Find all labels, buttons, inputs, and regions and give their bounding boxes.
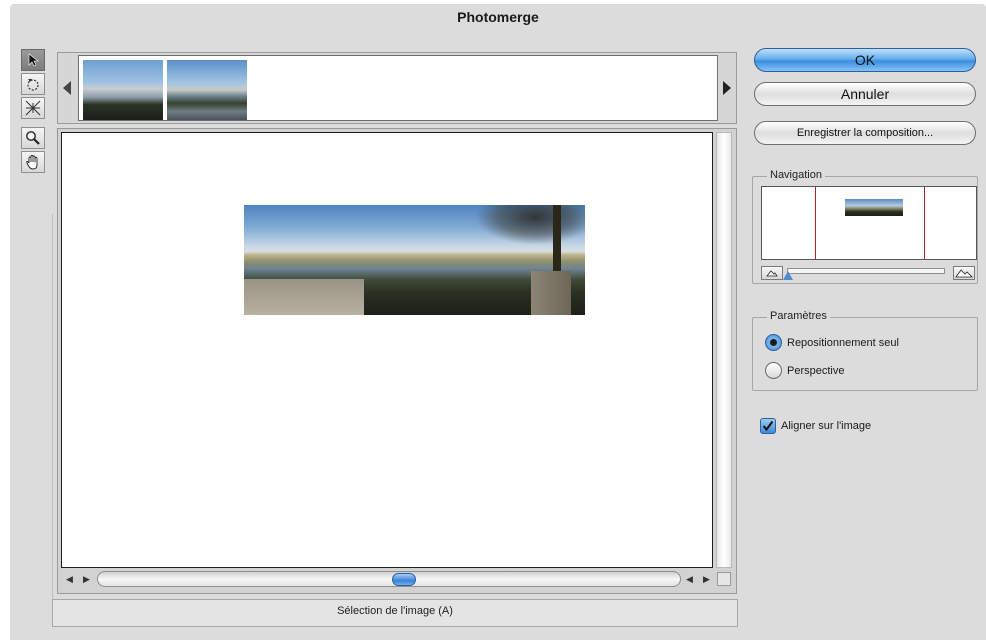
parameters-group: Paramètres Repositionnement seul Perspec… bbox=[752, 310, 978, 391]
navigator-thumbnail bbox=[845, 199, 903, 216]
radio-button-selected[interactable] bbox=[765, 334, 782, 351]
vanishing-point-tool[interactable] bbox=[21, 97, 45, 119]
select-image-tool[interactable] bbox=[21, 49, 45, 71]
navigator-preview[interactable] bbox=[761, 186, 977, 260]
rotate-image-tool[interactable] bbox=[21, 73, 45, 95]
zoom-out-button[interactable] bbox=[761, 266, 783, 280]
toolbox-divider bbox=[52, 214, 53, 614]
option-label: Perspective bbox=[787, 364, 845, 377]
navigation-group: Navigation bbox=[752, 169, 978, 284]
zoom-slider-track[interactable] bbox=[787, 268, 945, 274]
photomerge-dialog: Photomerge ◀ ▶ ◀ ▶ Sélection de l'image … bbox=[10, 4, 986, 640]
zoom-slider-knob[interactable] bbox=[783, 271, 793, 280]
hand-icon bbox=[26, 155, 38, 170]
composition-canvas[interactable] bbox=[61, 132, 713, 568]
magnifier-icon bbox=[26, 131, 40, 145]
tool-palette bbox=[21, 49, 47, 175]
vanishing-point-icon bbox=[25, 100, 41, 116]
navigation-label: Navigation bbox=[767, 169, 825, 181]
zoom-in-button[interactable] bbox=[953, 266, 975, 280]
view-frame-left bbox=[815, 187, 816, 259]
rotate-icon bbox=[27, 79, 39, 91]
filmstrip-area[interactable] bbox=[78, 55, 718, 121]
filmstrip-scroll-left-icon[interactable] bbox=[63, 81, 71, 95]
save-composition-button[interactable]: Enregistrer la composition... bbox=[754, 121, 976, 145]
scroll-arrows-right[interactable]: ◀ ▶ bbox=[681, 572, 715, 586]
align-to-image-checkbox[interactable]: Aligner sur l'image bbox=[760, 418, 871, 434]
merged-panorama[interactable] bbox=[244, 205, 585, 315]
source-thumbnail[interactable] bbox=[83, 60, 163, 120]
checkmark-icon bbox=[762, 420, 774, 432]
checkbox-checked[interactable] bbox=[760, 418, 776, 434]
composition-frame: ◀ ▶ ◀ ▶ bbox=[57, 128, 737, 594]
option-label: Repositionnement seul bbox=[787, 336, 899, 349]
cancel-button[interactable]: Annuler bbox=[754, 82, 976, 106]
zoom-tool[interactable] bbox=[21, 127, 45, 149]
status-bar: Sélection de l'image (A) bbox=[52, 599, 738, 627]
scroll-corner bbox=[717, 572, 731, 586]
scroll-left-icon[interactable]: ◀ bbox=[686, 574, 693, 585]
vertical-scrollbar[interactable] bbox=[716, 132, 732, 568]
ok-button[interactable]: OK bbox=[754, 48, 976, 72]
scroll-left-icon[interactable]: ◀ bbox=[66, 574, 73, 585]
horizontal-scrollbar: ◀ ▶ ◀ ▶ bbox=[61, 571, 731, 589]
radio-button[interactable] bbox=[765, 362, 782, 379]
view-frame-right bbox=[924, 187, 925, 259]
dialog-title: Photomerge bbox=[457, 9, 539, 25]
stone-wall bbox=[531, 271, 571, 315]
option-repositioning-only[interactable]: Repositionnement seul bbox=[765, 334, 899, 351]
arrow-pointer-icon bbox=[28, 53, 39, 67]
large-mountain-icon bbox=[955, 269, 973, 278]
scroll-right-icon[interactable]: ▶ bbox=[83, 574, 90, 585]
beach-area bbox=[244, 279, 364, 315]
scroll-arrows-left[interactable]: ◀ ▶ bbox=[61, 572, 95, 586]
filmstrip-scroll-right-icon[interactable] bbox=[723, 81, 731, 95]
source-filmstrip bbox=[57, 52, 737, 124]
scroll-track[interactable] bbox=[97, 571, 681, 587]
option-perspective[interactable]: Perspective bbox=[765, 362, 844, 379]
small-mountain-icon bbox=[766, 270, 778, 277]
parameters-label: Paramètres bbox=[767, 310, 830, 322]
hand-tool[interactable] bbox=[21, 151, 45, 173]
scroll-thumb[interactable] bbox=[392, 573, 416, 586]
scroll-right-icon[interactable]: ▶ bbox=[703, 574, 710, 585]
tree-crown bbox=[475, 205, 585, 245]
tree-trunk bbox=[553, 205, 561, 275]
source-thumbnail[interactable] bbox=[167, 60, 247, 120]
checkbox-label: Aligner sur l'image bbox=[781, 420, 872, 432]
